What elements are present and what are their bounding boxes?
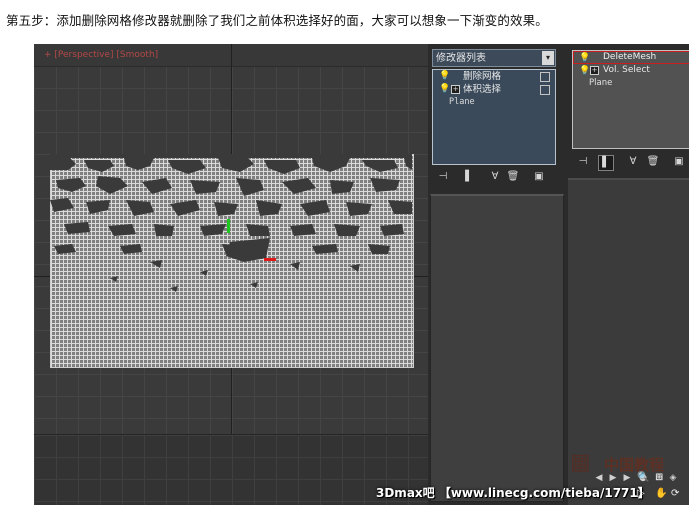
remove-modifier-icon[interactable]: 🗑 bbox=[506, 170, 520, 184]
zoom-icon[interactable]: 🔍 bbox=[637, 472, 649, 483]
stack-toolbar-en: ⊣ ▌ ∀ 🗑 ▣ bbox=[574, 154, 689, 172]
remove-modifier-icon[interactable]: 🗑 bbox=[646, 155, 660, 169]
stack-item-vol-select[interactable]: 💡 + 体积选择 bbox=[433, 83, 555, 96]
step-caption: 第五步：添加删除网格修改器就删除了我们之前体积选择好的面，大家可以想象一下渐变的… bbox=[6, 13, 548, 28]
modifier-stack-en[interactable]: 💡 DeleteMesh 💡 + Vol. Select Plane bbox=[572, 50, 689, 149]
deleted-faces-overlay bbox=[50, 154, 412, 292]
stack-item-delete-mesh[interactable]: 💡 删除网格 bbox=[433, 70, 555, 83]
stack-item-label: 体积选择 bbox=[463, 84, 502, 95]
chevron-down-icon[interactable]: ▾ bbox=[542, 51, 554, 65]
configure-sets-icon[interactable]: ▣ bbox=[672, 155, 686, 169]
play-icon[interactable]: ▶ bbox=[608, 472, 618, 484]
stack-base-object-en[interactable]: Plane bbox=[573, 77, 689, 90]
viewport-label[interactable]: + [Perspective] [Smooth] bbox=[44, 50, 158, 60]
lightbulb-icon[interactable]: 💡 bbox=[439, 71, 450, 81]
field-of-view-icon[interactable]: ▷ bbox=[637, 488, 645, 499]
pin-stack-icon[interactable]: ⊣ bbox=[576, 155, 590, 169]
pin-stack-icon[interactable]: ⊣ bbox=[436, 170, 450, 184]
show-end-result-icon[interactable]: ▌ bbox=[598, 155, 614, 171]
highlight-box bbox=[573, 51, 689, 64]
stack-item-label: 删除网格 bbox=[463, 71, 502, 82]
viewport-navigation: 🔍 ⊞ ▷ ✋ ⟳ bbox=[633, 470, 689, 506]
stack-toolbar: ⊣ ▌ ∀ 🗑 ▣ bbox=[432, 170, 556, 186]
expand-plus-icon[interactable]: + bbox=[451, 85, 460, 94]
watermark-text: 3Dmax吧 【www.linecg.com/tieba/1771】 bbox=[376, 486, 650, 500]
stack-item-checkbox[interactable] bbox=[540, 72, 550, 82]
make-unique-icon[interactable]: ∀ bbox=[626, 155, 640, 169]
lower-viewport-grid[interactable] bbox=[34, 434, 428, 505]
make-unique-icon[interactable]: ∀ bbox=[488, 170, 502, 184]
stack-item-checkbox[interactable] bbox=[540, 85, 550, 95]
modifier-panel-cn: 修改器列表 ▾ 💡 删除网格 💡 + 体积选择 Plane ⊣ ▌ ∀ 🗑 ▣ bbox=[428, 44, 564, 505]
prev-frame-icon[interactable]: ◀ bbox=[594, 472, 604, 484]
stack-base-object[interactable]: Plane bbox=[433, 96, 555, 109]
next-frame-icon[interactable]: ▶ bbox=[622, 472, 632, 484]
modifier-parameters-area bbox=[430, 194, 564, 502]
modifier-list-label: 修改器列表 bbox=[436, 53, 486, 64]
show-end-result-icon[interactable]: ▌ bbox=[462, 170, 476, 184]
zoom-all-icon[interactable]: ⊞ bbox=[655, 472, 663, 483]
modifier-panel-en: 💡 DeleteMesh 💡 + Vol. Select Plane ⊣ ▌ ∀… bbox=[564, 44, 689, 505]
configure-sets-icon[interactable]: ▣ bbox=[532, 170, 546, 184]
orbit-icon[interactable]: ⟳ bbox=[671, 488, 679, 499]
lightbulb-icon[interactable]: 💡 bbox=[439, 84, 450, 94]
stack-item-label: Vol. Select bbox=[603, 65, 650, 75]
modifier-stack[interactable]: 💡 删除网格 💡 + 体积选择 Plane bbox=[432, 69, 556, 165]
perspective-viewport[interactable]: + [Perspective] [Smooth] bbox=[34, 44, 428, 505]
stack-item-vol-select-en[interactable]: 💡 + Vol. Select bbox=[573, 64, 689, 77]
gizmo-x-axis[interactable] bbox=[264, 258, 276, 261]
max-screenshot: + [Perspective] [Smooth] 修改器列表 ▾ 💡 删除网格 … bbox=[34, 44, 689, 505]
gizmo-y-axis[interactable] bbox=[227, 219, 230, 233]
expand-plus-icon[interactable]: + bbox=[590, 66, 599, 75]
pan-hand-icon[interactable]: ✋ bbox=[655, 488, 667, 499]
stack-item-deletemesh[interactable]: 💡 DeleteMesh bbox=[573, 51, 689, 64]
modifier-list-dropdown[interactable]: 修改器列表 ▾ bbox=[432, 49, 556, 67]
